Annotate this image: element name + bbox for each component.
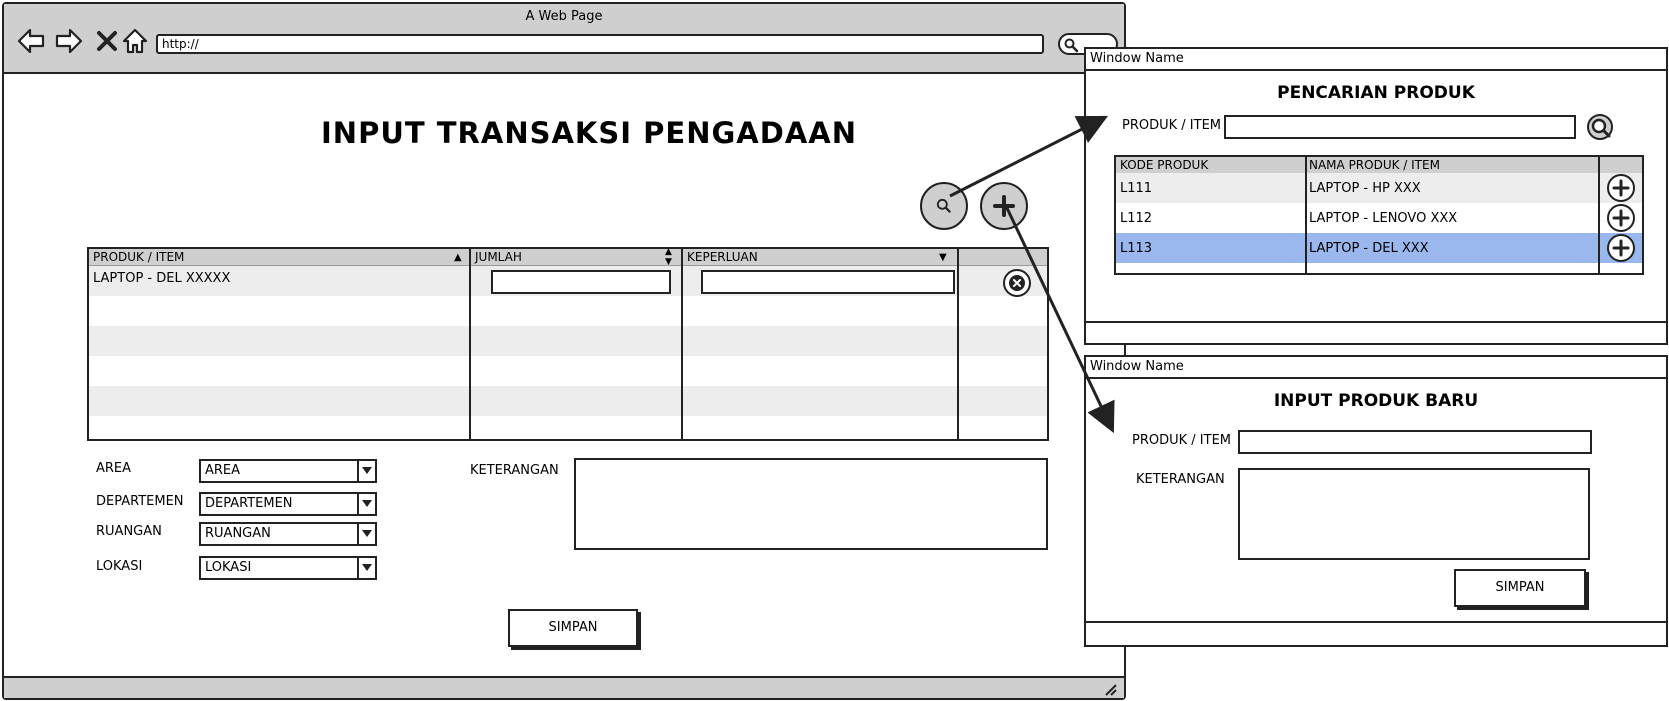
flow-arrows [949,115,1115,434]
arrow-to-new-product-window [1004,205,1115,434]
arrow-to-search-window [949,115,1109,198]
